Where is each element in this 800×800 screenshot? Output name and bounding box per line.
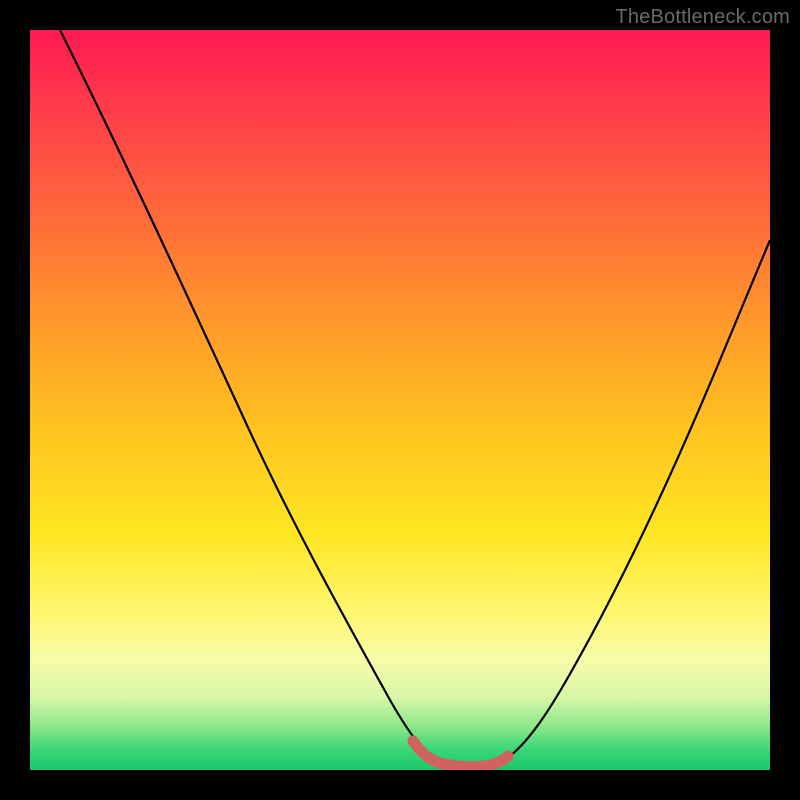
bottleneck-curve (60, 30, 770, 766)
chart-frame: TheBottleneck.com (0, 0, 800, 800)
curve-svg (30, 30, 770, 770)
notch-segment (413, 741, 508, 767)
notch-end-right (503, 751, 514, 762)
plot-area (30, 30, 770, 770)
notch-end-left (408, 736, 419, 747)
credit-text: TheBottleneck.com (615, 6, 790, 29)
